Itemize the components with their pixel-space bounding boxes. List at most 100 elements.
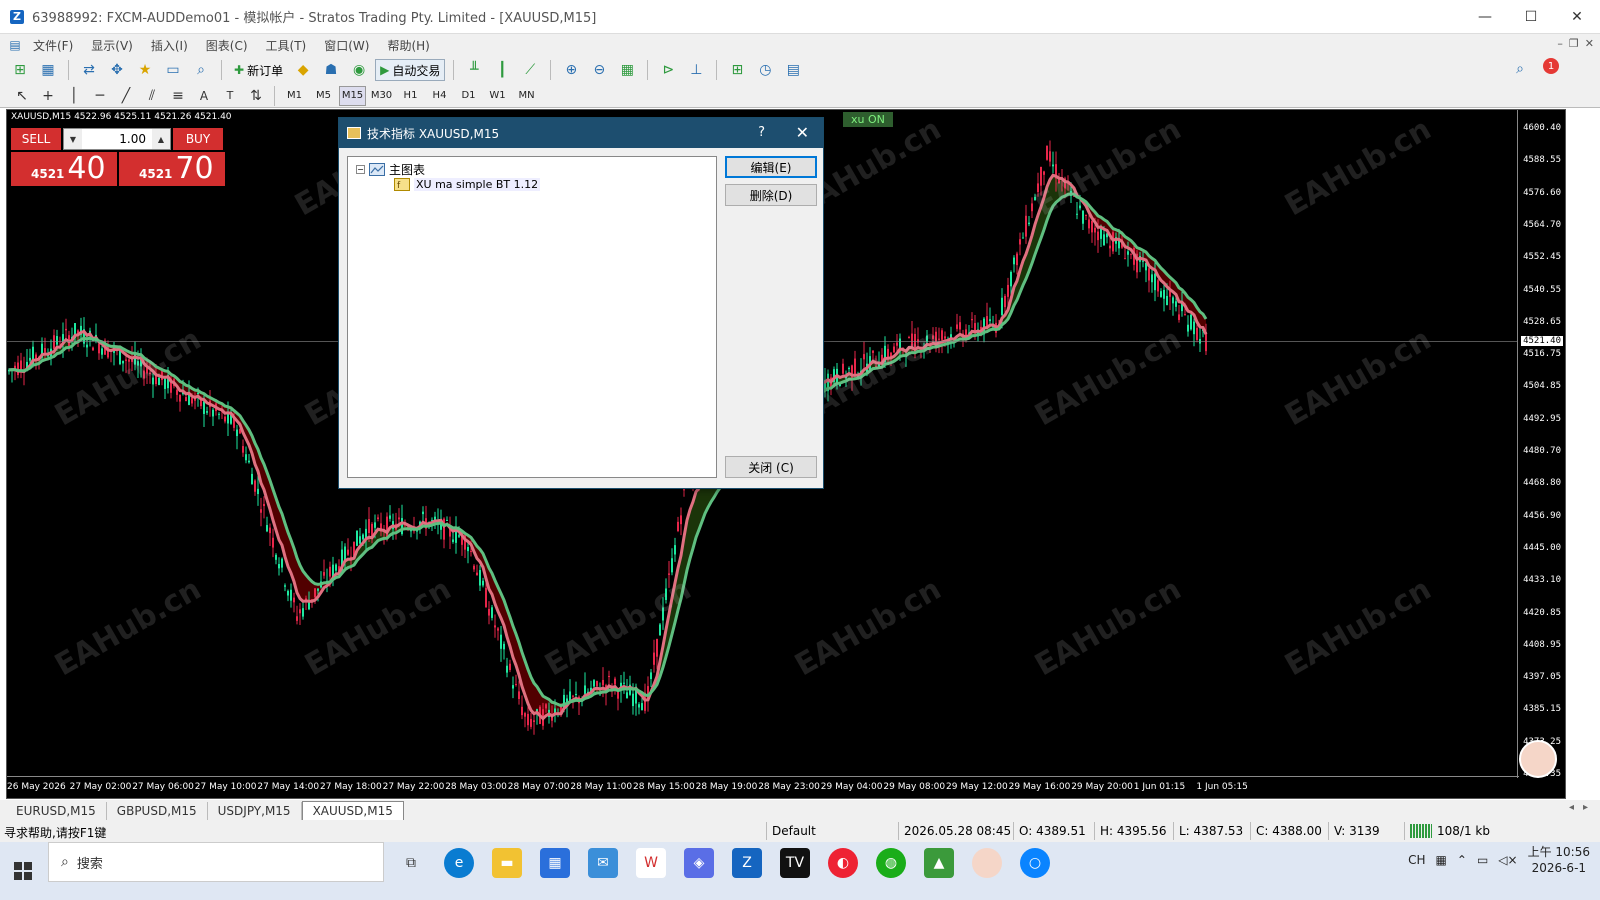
zoom-in-icon[interactable]: ⊕: [559, 59, 583, 81]
auto-trading-button[interactable]: ▶ 自动交易: [375, 59, 446, 81]
indicators-icon[interactable]: ⊞: [725, 59, 749, 81]
lot-increase-icon[interactable]: ▲: [152, 129, 170, 149]
connection-bars-icon[interactable]: [1410, 824, 1432, 838]
wps-icon[interactable]: W: [636, 848, 666, 878]
mdi-close-icon[interactable]: ✕: [1585, 37, 1594, 50]
sell-button[interactable]: SELL: [11, 128, 61, 150]
chevron-up-icon[interactable]: ⌃: [1457, 853, 1467, 867]
menu-help[interactable]: 帮助(H): [378, 37, 438, 54]
file-explorer-icon[interactable]: ▬: [492, 848, 522, 878]
document-icon[interactable]: ▤: [6, 34, 24, 56]
strategy-tester-icon[interactable]: ⌕: [189, 59, 213, 81]
edit-button[interactable]: 编辑(E): [725, 156, 817, 178]
taskbar-search[interactable]: ⌕ 搜索: [48, 842, 384, 882]
avatar-app-icon[interactable]: [972, 848, 1002, 878]
delete-button[interactable]: 删除(D): [725, 184, 817, 206]
mdi-restore-icon[interactable]: ❐: [1569, 37, 1579, 50]
network-icon[interactable]: ▭: [1477, 853, 1488, 867]
tab-scroll-right-icon[interactable]: ▸: [1583, 802, 1588, 813]
notification-badge[interactable]: 1: [1543, 58, 1559, 74]
profiles-icon[interactable]: ▦: [36, 59, 60, 81]
vertical-line-icon[interactable]: │: [62, 85, 86, 107]
metaeditor-icon[interactable]: ◆: [291, 59, 315, 81]
text-icon[interactable]: A: [192, 85, 216, 107]
volume-icon[interactable]: ◁×: [1498, 853, 1517, 867]
bar-chart-icon[interactable]: ╨: [462, 59, 486, 81]
fibonacci-icon[interactable]: ≡: [166, 85, 190, 107]
menu-tools[interactable]: 工具(T): [257, 37, 316, 54]
dialog-close-icon[interactable]: ✕: [796, 123, 809, 142]
terminal-icon[interactable]: ▭: [161, 59, 185, 81]
cursor-icon[interactable]: ↖: [10, 85, 34, 107]
buy-button[interactable]: BUY: [173, 128, 223, 150]
new-chart-icon[interactable]: ⊞: [8, 59, 32, 81]
mdi-minimize-icon[interactable]: –: [1557, 37, 1563, 50]
shell-icon[interactable]: ◐: [828, 848, 858, 878]
close-button[interactable]: ✕: [1554, 0, 1600, 34]
browser-icon[interactable]: ○: [1020, 848, 1050, 878]
dialog-close-button[interactable]: 关闭 (C): [725, 456, 817, 478]
timeframe-h4[interactable]: H4: [426, 86, 453, 106]
timeframe-m1[interactable]: M1: [281, 86, 308, 106]
minimize-button[interactable]: —: [1462, 0, 1508, 34]
menu-charts[interactable]: 图表(C): [197, 37, 257, 54]
zoom-out-icon[interactable]: ⊖: [587, 59, 611, 81]
help-icon[interactable]: ?: [758, 125, 765, 140]
wechat-icon[interactable]: ◍: [876, 848, 906, 878]
menu-file[interactable]: 文件(F): [24, 37, 82, 54]
tree-indicator-item[interactable]: f XU ma simple BT 1.12: [394, 178, 541, 191]
menu-view[interactable]: 显示(V): [82, 37, 142, 54]
app-icon[interactable]: ◈: [684, 848, 714, 878]
templates-icon[interactable]: ▤: [781, 59, 805, 81]
sell-price[interactable]: 4521 40: [11, 152, 117, 186]
trendline-icon[interactable]: ╱: [114, 85, 138, 107]
auto-scroll-icon[interactable]: ⊳: [656, 59, 680, 81]
vps-icon[interactable]: ◉: [347, 59, 371, 81]
timeframe-mn[interactable]: MN: [513, 86, 540, 106]
crosshair-icon[interactable]: +: [36, 85, 60, 107]
tab-xauusd[interactable]: XAUUSD,M15: [301, 801, 404, 820]
timeframe-m5[interactable]: M5: [310, 86, 337, 106]
clock[interactable]: 上午 10:56 2026-6-1: [1528, 844, 1590, 876]
start-button[interactable]: [0, 851, 46, 891]
arrows-icon[interactable]: ⇅: [244, 85, 268, 107]
timeframe-m15[interactable]: M15: [339, 85, 366, 106]
lot-decrease-icon[interactable]: ▼: [64, 129, 82, 149]
search-icon[interactable]: ⌕: [1508, 58, 1532, 80]
mt4-icon[interactable]: ▲: [924, 848, 954, 878]
ime-icon[interactable]: ▦: [1436, 853, 1447, 867]
store-icon[interactable]: ▦: [540, 848, 570, 878]
input-language[interactable]: CH: [1408, 853, 1425, 867]
navigator-icon[interactable]: ★: [133, 59, 157, 81]
menu-insert[interactable]: 插入(I): [142, 37, 197, 54]
assistant-avatar[interactable]: [1519, 740, 1557, 778]
menu-window[interactable]: 窗口(W): [315, 37, 378, 54]
maximize-button[interactable]: ☐: [1508, 0, 1554, 34]
mail-icon[interactable]: ✉: [588, 848, 618, 878]
tab-scroll-left-icon[interactable]: ◂: [1569, 802, 1574, 813]
channel-icon[interactable]: ⫽: [140, 85, 164, 107]
signals-icon[interactable]: ☗: [319, 59, 343, 81]
tab-eurusd[interactable]: EURUSD,M15: [6, 802, 107, 820]
tile-windows-icon[interactable]: ▦: [615, 59, 639, 81]
horizontal-line-icon[interactable]: ─: [88, 85, 112, 107]
market-watch-icon[interactable]: ⇄: [77, 59, 101, 81]
timeframe-d1[interactable]: D1: [455, 86, 482, 106]
buy-price[interactable]: 4521 70: [119, 152, 225, 186]
lot-size-field[interactable]: ▼ 1.00 ▲: [63, 128, 171, 150]
collapse-icon[interactable]: −: [356, 165, 365, 174]
timeframe-w1[interactable]: W1: [484, 86, 511, 106]
metatrader-icon[interactable]: Z: [732, 848, 762, 878]
chart-shift-icon[interactable]: ⊥: [684, 59, 708, 81]
indicator-badge[interactable]: xu ON: [843, 112, 893, 127]
candlestick-icon[interactable]: ┃: [490, 59, 514, 81]
timeframe-m30[interactable]: M30: [368, 86, 395, 106]
lot-value[interactable]: 1.00: [82, 132, 152, 146]
tree-root[interactable]: − 主图表: [356, 161, 425, 178]
tradingview-icon[interactable]: TV: [780, 848, 810, 878]
line-chart-icon[interactable]: ⟋: [518, 59, 542, 81]
tab-gbpusd[interactable]: GBPUSD,M15: [107, 802, 208, 820]
edge-icon[interactable]: e: [444, 848, 474, 878]
text-label-icon[interactable]: T: [218, 85, 242, 107]
periods-icon[interactable]: ◷: [753, 59, 777, 81]
